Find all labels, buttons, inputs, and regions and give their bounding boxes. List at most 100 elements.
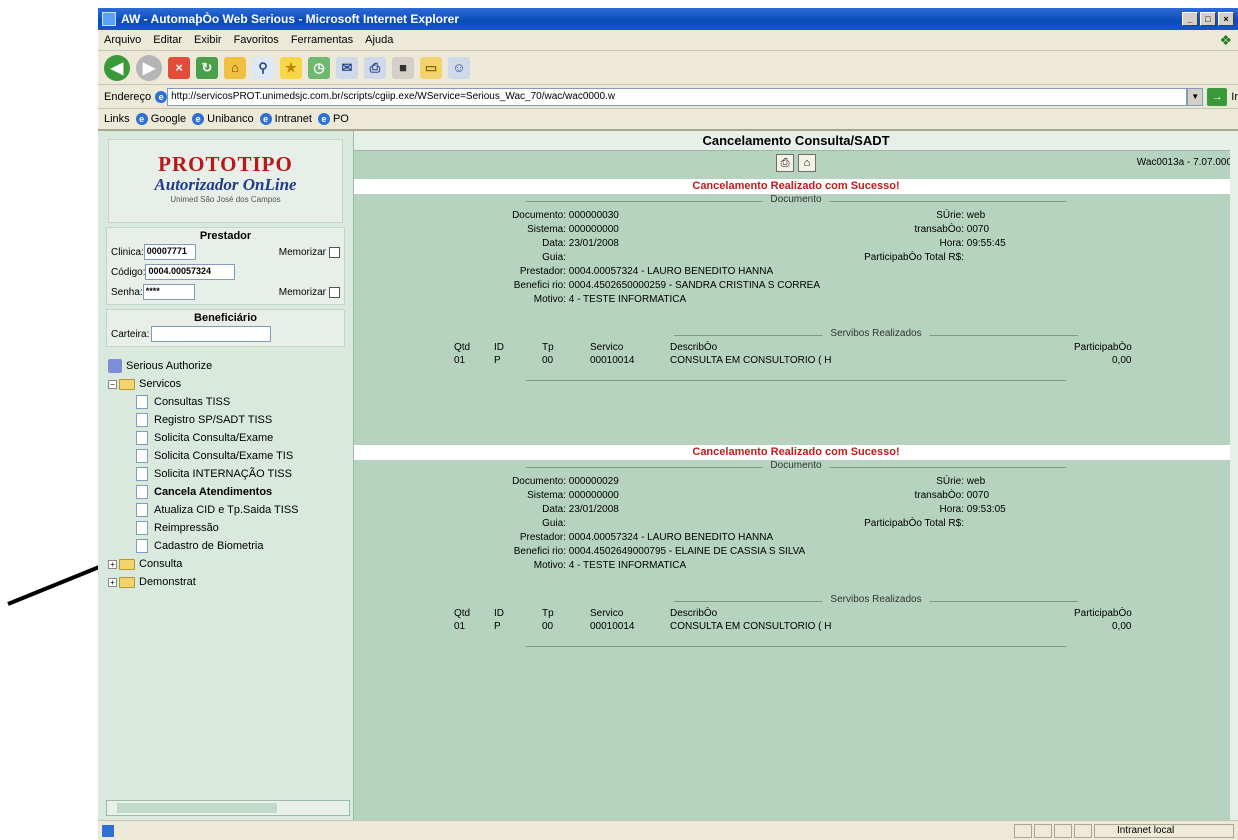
documento-value: 000000029 — [568, 476, 619, 487]
logo-title: PROTOTIPO — [158, 152, 293, 176]
sistema-value: 000000000 — [568, 490, 619, 501]
tree-item-consultas-tiss[interactable]: Consultas TISS — [108, 393, 353, 411]
tree-item-reimpressao[interactable]: Reimpressão — [108, 519, 353, 537]
tree-demonstrat-label: Demonstrat — [139, 576, 196, 588]
link-po[interactable]: e PO — [317, 113, 349, 125]
tree-item-label: Solicita Consulta/Exame — [154, 432, 274, 444]
maximize-button[interactable]: □ — [1200, 12, 1216, 26]
link-unibanco[interactable]: e Unibanco — [192, 113, 254, 125]
memorizar-senha-checkbox[interactable] — [329, 286, 340, 298]
expand-icon[interactable]: + — [108, 577, 117, 587]
go-button-label[interactable]: Ir — [1231, 91, 1238, 103]
tree-item-label: Cadastro de Biometria — [154, 540, 264, 552]
menu-favoritos[interactable]: Favoritos — [234, 34, 279, 46]
document-icon — [136, 503, 148, 517]
menu-arquivo[interactable]: Arquivo — [104, 34, 141, 46]
tree-item-cancela-atendimentos[interactable]: Cancela Atendimentos — [108, 483, 353, 501]
senha-field[interactable]: **** — [142, 284, 195, 300]
print-icon[interactable]: ⎙ — [364, 56, 386, 79]
tree-item-solicita-internacao[interactable]: Solicita INTERNAÇÃO TISS — [108, 465, 353, 483]
col-qtd-header: Qtd — [454, 342, 471, 353]
collapse-icon[interactable]: − — [108, 379, 117, 389]
folder-icon — [119, 558, 135, 570]
cell-descricao: CONSULTA EM CONSULTORIO ( H — [670, 621, 832, 632]
menu-exibir[interactable]: Exibir — [194, 34, 222, 46]
close-button[interactable]: × — [1218, 12, 1234, 26]
logo-tagline: Unimed São José dos Campos — [170, 195, 281, 204]
page-icon: e — [135, 113, 148, 125]
memorizar-clinica-checkbox[interactable] — [329, 246, 340, 258]
menu-ajuda[interactable]: Ajuda — [365, 34, 393, 46]
favorites-star-icon[interactable]: ★ — [280, 56, 302, 79]
home-icon[interactable]: ⌂ — [224, 56, 246, 79]
address-label: Endereço — [104, 90, 152, 103]
link-label: Intranet — [274, 113, 312, 125]
status-slot — [1014, 823, 1032, 838]
page-status-icon — [102, 824, 114, 837]
tree-item-label: Registro SP/SADT TISS — [154, 414, 273, 426]
transacao-label: transabÒo: — [914, 224, 964, 235]
url-input[interactable]: http://servicosPROT.unimedsjc.com.br/scr… — [167, 87, 1188, 106]
link-google[interactable]: e Google — [135, 113, 186, 125]
forward-arrow-icon[interactable]: ▶ — [136, 54, 162, 81]
refresh-icon[interactable]: ↻ — [196, 56, 218, 79]
carteira-field[interactable] — [151, 326, 272, 342]
tree-consulta[interactable]: + Consulta — [108, 555, 353, 573]
history-icon[interactable]: ◷ — [308, 56, 330, 79]
standard-toolbar: ◀ ▶ × ↻ ⌂ ⚲ ★ ◷ ✉ ⎙ ■ ▭ ☺ — [98, 51, 1238, 85]
hora-value: 09:55:45 — [966, 238, 1006, 249]
folder-icon — [119, 378, 135, 390]
sistema-label: Sistema: — [527, 490, 566, 501]
expand-icon[interactable]: + — [108, 559, 117, 569]
folder-icon[interactable]: ▭ — [420, 56, 442, 79]
hora-value: 09:53:05 — [966, 504, 1006, 515]
main-vertical-scrollbar[interactable] — [1230, 131, 1238, 820]
tree-item-label: Cancela Atendimentos — [154, 486, 273, 498]
tree-item-solicita-consulta-exame[interactable]: Solicita Consulta/Exame — [108, 429, 353, 447]
link-label: PO — [332, 113, 349, 125]
home-icon[interactable]: ⌂ — [798, 154, 816, 172]
beneficiario-section: Beneficiário Carteira: — [106, 309, 345, 347]
col-servico-header: Servico — [590, 342, 624, 353]
servicos-group-title: Servibos Realizados — [822, 328, 930, 339]
tree-root[interactable]: Serious Authorize — [108, 357, 353, 375]
chevron-down-icon[interactable]: ▼ — [1187, 87, 1204, 106]
stop-icon[interactable]: × — [168, 56, 190, 79]
sistema-value: 000000000 — [568, 224, 619, 235]
edit-icon[interactable]: ■ — [392, 56, 414, 79]
serious-authorize-icon — [108, 359, 122, 373]
back-arrow-icon[interactable]: ◀ — [104, 54, 130, 81]
tree-item-solicita-consulta-exame-tiss[interactable]: Solicita Consulta/Exame TIS — [108, 447, 353, 465]
col-tp-header: Tp — [542, 342, 554, 353]
clinica-field[interactable]: 00007771 — [143, 244, 196, 260]
search-icon[interactable]: ⚲ — [252, 56, 274, 79]
tree-item-registro-sp-sadt[interactable]: Registro SP/SADT TISS — [108, 411, 353, 429]
tree-item-cadastro-biometria[interactable]: Cadastro de Biometria — [108, 537, 353, 555]
serie-value: web — [966, 476, 986, 487]
menu-editar[interactable]: Editar — [153, 34, 182, 46]
version-label: Wac0013a - 7.07.000 — [1136, 157, 1232, 168]
messenger-icon[interactable]: ☺ — [448, 56, 470, 79]
link-intranet[interactable]: e Intranet — [259, 113, 312, 125]
cell-participacao: 0,00 — [1112, 355, 1132, 366]
data-label: Data: — [542, 504, 566, 515]
col-id-header: ID — [494, 342, 504, 353]
sidebar-horizontal-scrollbar[interactable] — [106, 800, 350, 816]
record-1: Cancelamento Realizado com Sucesso! Docu… — [354, 179, 1238, 381]
tree-demonstrat[interactable]: + Demonstrat — [108, 573, 353, 591]
tree-item-atualiza-cid[interactable]: Atualiza CID e Tp.Saida TISS — [108, 501, 353, 519]
security-zone: Intranet local — [1094, 823, 1234, 838]
mail-icon[interactable]: ✉ — [336, 56, 358, 79]
minimize-button[interactable]: _ — [1182, 12, 1198, 26]
guia-label: Guia: — [542, 252, 566, 263]
menu-ferramentas[interactable]: Ferramentas — [291, 34, 353, 46]
codigo-field[interactable]: 0004.00057324 — [145, 264, 236, 280]
cell-participacao: 0,00 — [1112, 621, 1132, 632]
go-arrow-icon[interactable]: → — [1207, 87, 1228, 106]
tree-item-label: Solicita Consulta/Exame TIS — [154, 450, 294, 462]
logo: PROTOTIPO Autorizador OnLine Unimed São … — [108, 139, 343, 223]
print-icon[interactable]: ⎙ — [776, 154, 794, 172]
tree-servicos[interactable]: − Servicos — [108, 375, 353, 393]
scroll-thumb[interactable] — [117, 803, 277, 813]
cell-id: P — [494, 621, 501, 632]
